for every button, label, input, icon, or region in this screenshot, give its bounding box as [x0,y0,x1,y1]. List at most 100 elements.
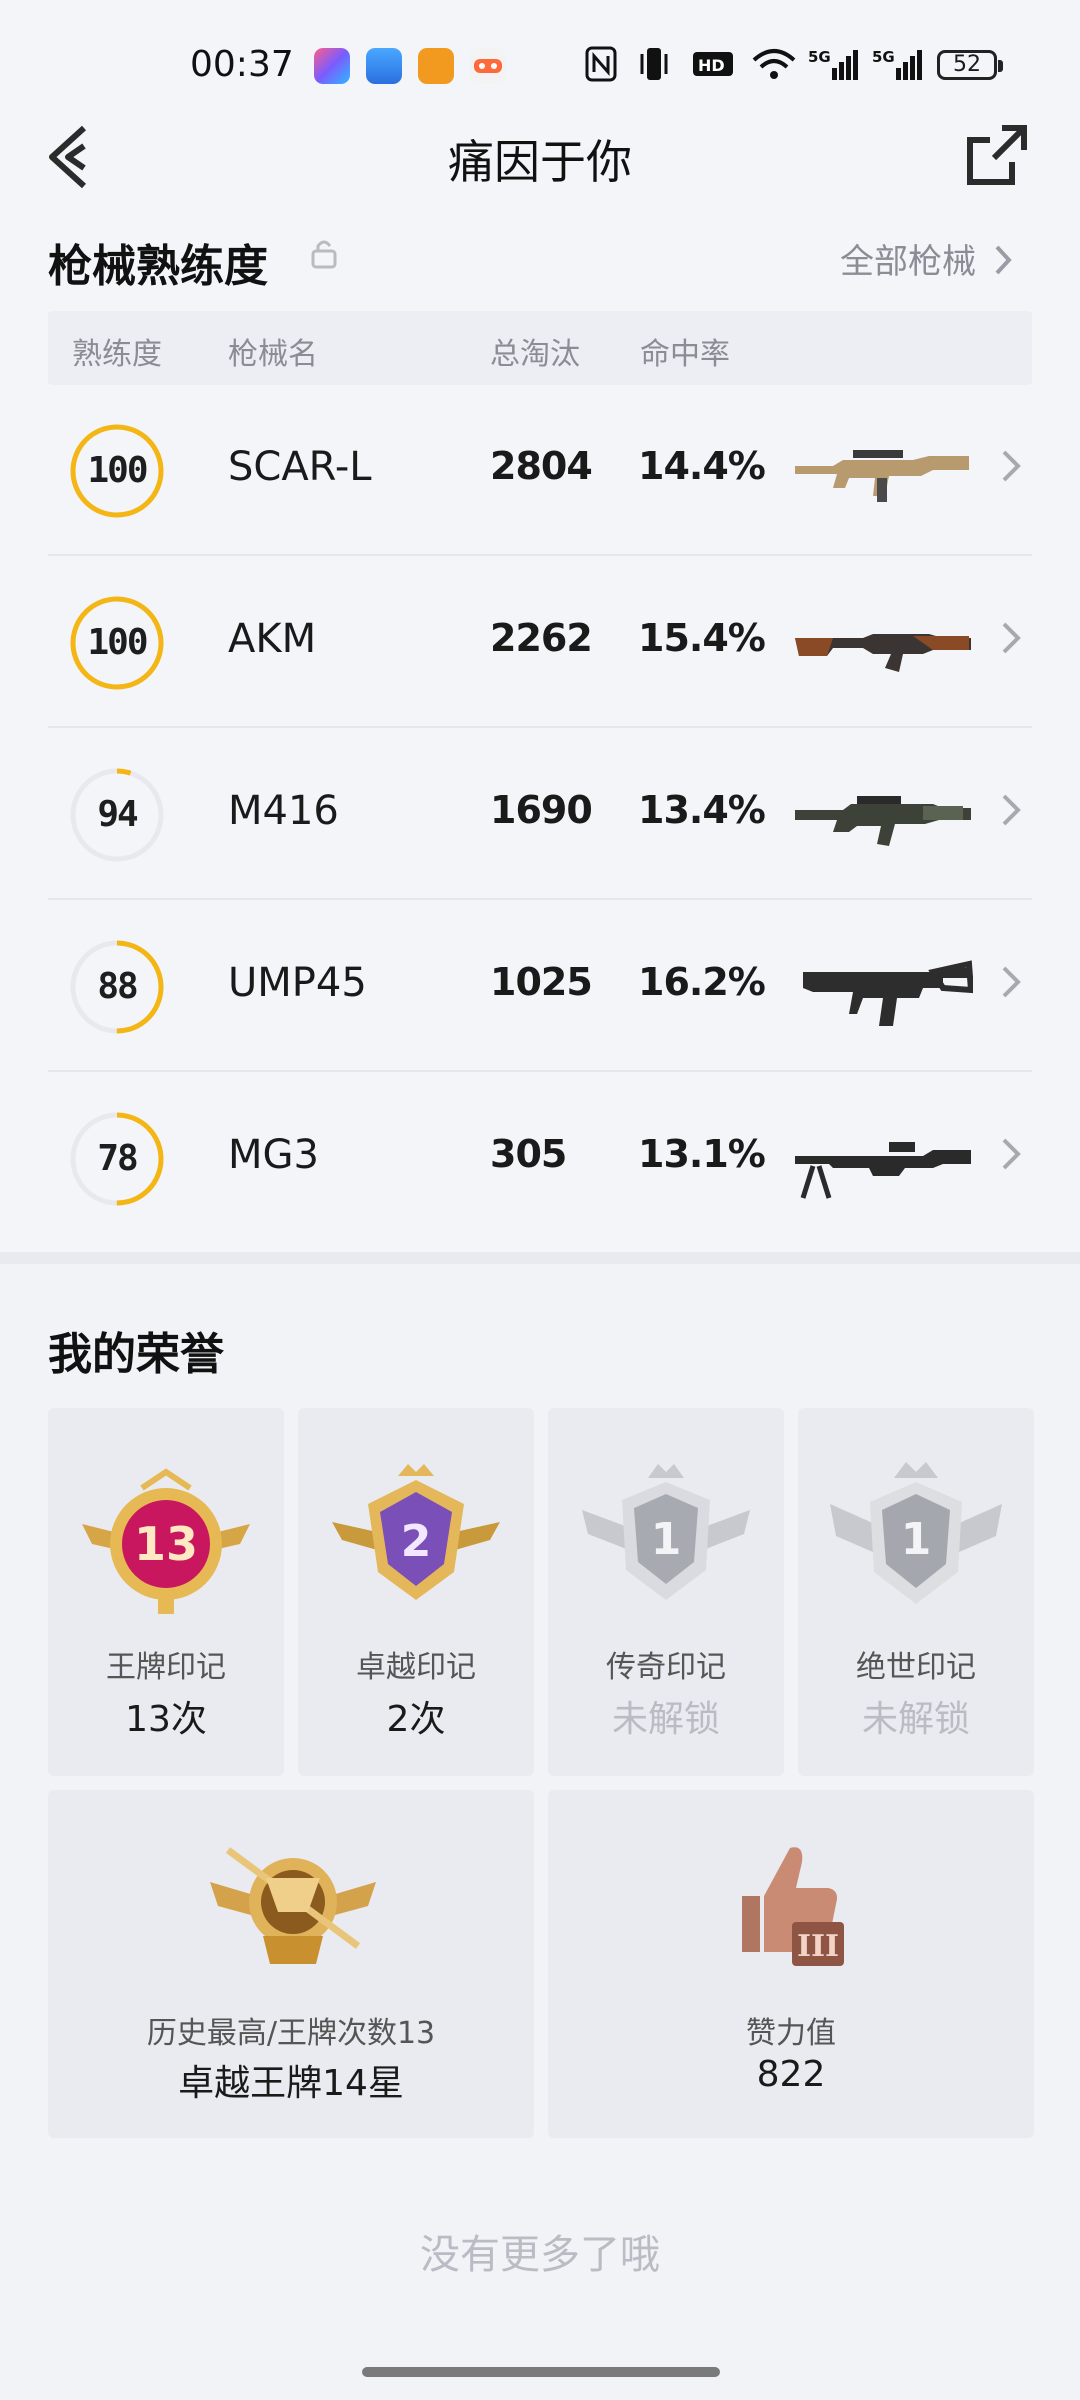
weapon-kills: 1690 [490,788,593,832]
honor-card-legend[interactable]: 1 传奇印记 未解锁 [548,1408,784,1776]
end-of-list-text: 没有更多了哦 [420,2232,660,2278]
honor-card-elite[interactable]: 2 卓越印记 2次 [298,1408,534,1776]
honor-card-ace[interactable]: 13 王牌印记 13次 [48,1408,284,1776]
lock-icon [311,240,337,269]
mastery-level: 88 [97,966,138,1007]
highest-rank-badge-icon [210,1847,376,1964]
header-name: 枪械名 [228,337,318,372]
peerless-badge-number: 1 [901,1514,932,1565]
weapon-accuracy: 14.4% [638,444,766,488]
weapon-kills: 2804 [490,444,593,488]
vibrate-icon [637,46,671,82]
wifi-icon [752,46,796,82]
honor-card-peerless[interactable]: 1 绝世印记 未解锁 [798,1408,1034,1776]
all-weapons-label: 全部枪械 [840,242,976,282]
header-accuracy: 命中率 [640,337,730,372]
nfc-icon [585,46,617,82]
row-divider [48,726,1032,728]
honor-card-highest-rank[interactable]: 历史最高/王牌次数13 卓越王牌14星 [48,1790,534,2138]
weapon-image-akm [793,598,973,688]
elite-badge-number: 2 [401,1516,432,1567]
weapon-row-akm[interactable]: 100 AKM 2262 15.4% [48,558,1032,728]
ace-badge-number: 13 [134,1517,198,1571]
highest-rank-label: 历史最高/王牌次数13 [146,2016,436,2051]
mastery-level: 78 [97,1138,138,1179]
thumbs-up-tier-numeral: III [797,1929,839,1964]
likes-label: 赞力值 [746,2016,836,2051]
elite-mark-value: 2次 [386,1699,446,1740]
mastery-table-header: 熟练度 枪械名 总淘汰 命中率 [48,311,1032,385]
page-title: 痛因于你 [448,135,632,189]
peerless-mark-value: 未解锁 [861,1699,970,1740]
weapon-row-scar-l[interactable]: 100 SCAR-L 2804 14.4% [48,386,1032,556]
row-divider [48,554,1032,556]
app-notification-icon [314,48,350,84]
chevron-right-icon [1002,966,1021,998]
weapon-accuracy: 15.4% [638,616,766,660]
game-notification-icon [470,48,506,84]
weapon-image-scar-l [793,426,973,516]
status-time: 00:37 [190,44,294,85]
header-level: 熟练度 [72,337,162,372]
ace-mark-badge-icon: 13 [82,1468,250,1614]
signal-5g-icon: 5G [872,46,922,82]
legend-mark-label: 传奇印记 [606,1650,726,1685]
header-kills: 总淘汰 [490,337,580,372]
weapon-image-mg3 [793,1114,973,1204]
weapon-name: SCAR-L [228,444,372,490]
camera-notification-icon [418,48,454,84]
chevron-right-icon [1002,1138,1021,1170]
share-button[interactable] [962,122,1030,190]
chevron-right-icon [1002,622,1021,654]
hd-icon: HD [692,46,734,82]
weapon-kills: 1025 [490,960,593,1004]
peerless-mark-badge-icon: 1 [830,1462,1002,1604]
weapon-image-ump45 [793,942,975,1032]
mastery-level: 94 [97,794,138,835]
ace-mark-label: 王牌印记 [106,1650,226,1685]
peerless-mark-label: 绝世印记 [856,1650,976,1685]
row-divider [48,898,1032,900]
weapon-row-ump45[interactable]: 88 UMP45 1025 16.2% [48,902,1032,1072]
highest-rank-value: 卓越王牌14星 [178,2063,404,2104]
weapon-kills: 2262 [490,616,593,660]
share-icon [967,125,1027,185]
weapon-accuracy: 16.2% [638,960,766,1004]
gallery-notification-icon [366,48,402,84]
honors-section-title: 我的荣誉 [48,1329,224,1380]
svg-text:5G: 5G [808,48,831,66]
weapon-accuracy: 13.1% [638,1132,766,1176]
mastery-section-title: 枪械熟练度 [48,241,268,292]
weapon-name: UMP45 [228,960,367,1006]
svg-text:5G: 5G [872,48,895,66]
likes-value: 822 [756,2054,826,2095]
chevron-right-icon [995,245,1012,275]
weapon-kills: 305 [490,1132,567,1176]
section-divider [0,1252,1080,1264]
weapon-row-m416[interactable]: 94 M416 1690 13.4% [48,730,1032,900]
weapon-accuracy: 13.4% [638,788,766,832]
weapon-name: AKM [228,616,317,662]
weapon-name: MG3 [228,1132,319,1178]
weapon-image-m416 [793,770,973,860]
all-weapons-link[interactable]: 全部枪械 [840,234,1013,282]
legend-mark-badge-icon: 1 [582,1464,750,1600]
honor-card-likes[interactable]: III 赞力值 822 [548,1790,1034,2138]
home-indicator[interactable] [362,2367,720,2377]
svg-text:HD: HD [698,56,725,75]
chevron-right-icon [1002,794,1021,826]
chevron-right-icon [1002,450,1021,482]
weapon-row-mg3[interactable]: 78 MG3 305 13.1% [48,1074,1032,1244]
thumbs-up-badge-icon: III [742,1847,844,1966]
weapon-name: M416 [228,788,339,834]
elite-mark-label: 卓越印记 [356,1650,476,1685]
elite-mark-badge-icon: 2 [332,1464,500,1600]
mastery-level: 100 [87,622,148,663]
status-bar: 00:37 HD 5G 5G 52 [0,0,1080,135]
row-divider [48,1070,1032,1072]
legend-mark-value: 未解锁 [611,1699,720,1740]
legend-badge-number: 1 [651,1514,682,1565]
ace-mark-value: 13次 [125,1699,207,1740]
battery-indicator: 52 [937,50,1003,80]
mastery-level: 100 [87,450,148,491]
